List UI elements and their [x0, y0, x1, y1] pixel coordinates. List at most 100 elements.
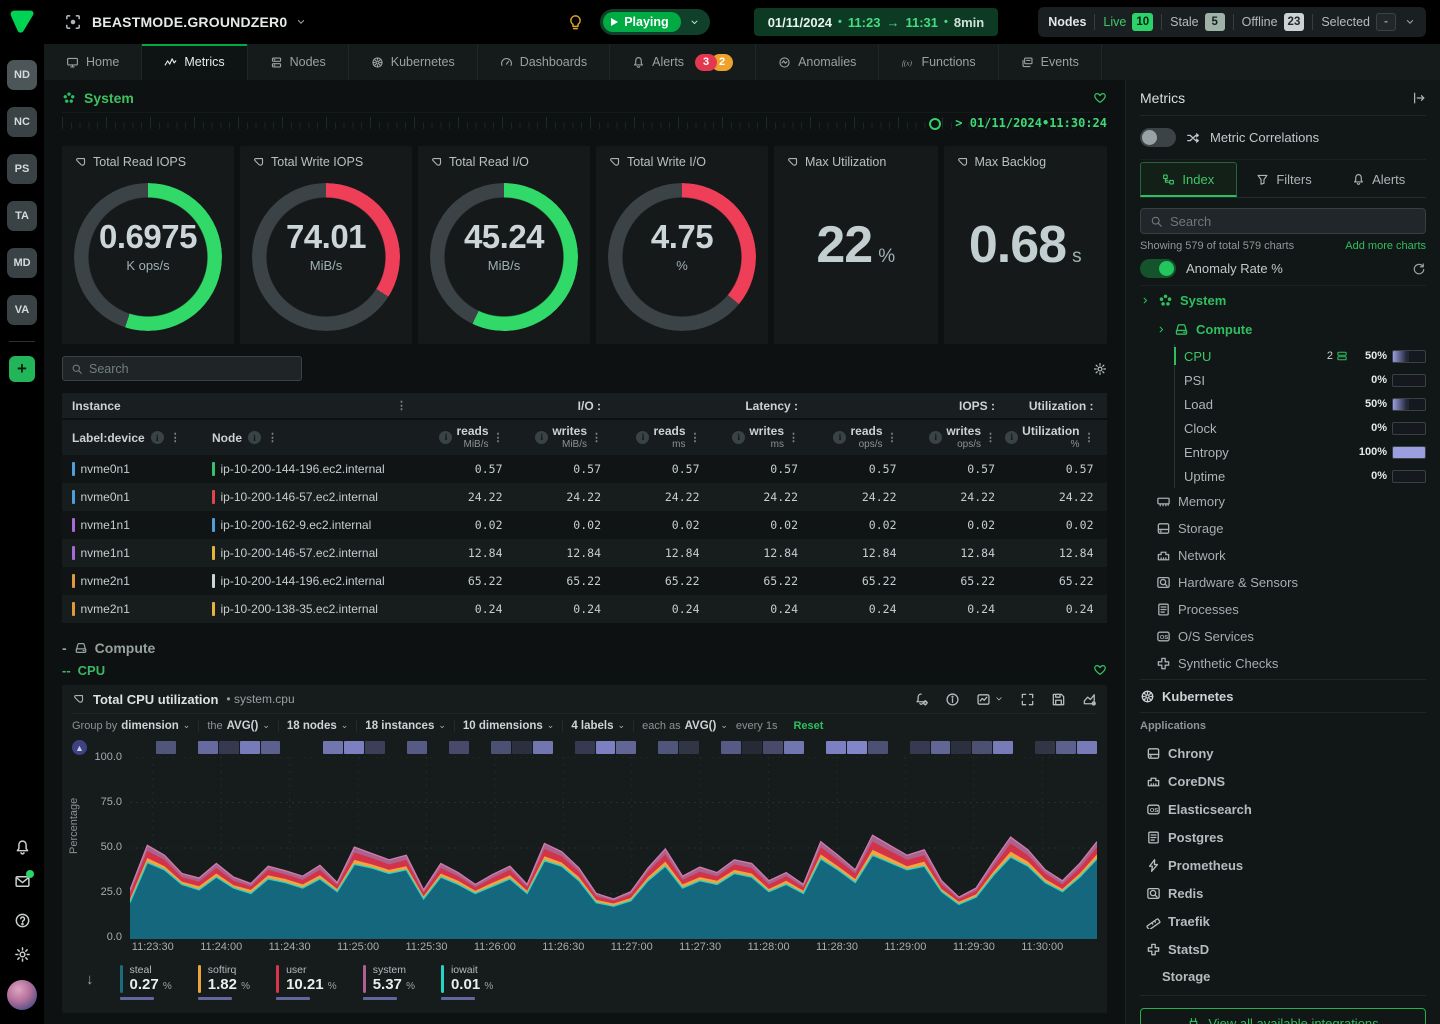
- instances-dropdown[interactable]: 18 instances⌄: [365, 720, 455, 732]
- workspace-avatar[interactable]: PS: [7, 154, 37, 184]
- info-icon[interactable]: i: [732, 431, 745, 444]
- column-menu-icon[interactable]: ⋮: [267, 431, 277, 444]
- anomaly-rate-toggle[interactable]: [1140, 259, 1176, 278]
- column-menu-icon[interactable]: ⋮: [170, 431, 180, 444]
- tree-leaf-uptime[interactable]: Uptime0%: [1184, 464, 1426, 488]
- table-row[interactable]: nvme1n1ip-10-200-162-9.ec2.internal0.020…: [62, 511, 1107, 539]
- fullscreen-icon[interactable]: [1020, 692, 1035, 707]
- tab-dashboards[interactable]: Dashboards: [478, 44, 610, 80]
- column-menu-icon[interactable]: ⋮: [985, 431, 995, 444]
- column-menu-icon[interactable]: ⋮: [493, 431, 503, 444]
- tab-alerts[interactable]: Alerts32: [610, 44, 756, 80]
- cpu-subsection-header[interactable]: -- CPU: [62, 659, 1107, 681]
- collapse-sidebar-icon[interactable]: [1412, 91, 1426, 105]
- gauge-card-max-backlog[interactable]: Max Backlog0.68s: [944, 146, 1108, 344]
- tree-item-compute[interactable]: Compute: [1156, 315, 1426, 344]
- tree-item-hardware-sensors[interactable]: Hardware & Sensors: [1140, 569, 1426, 596]
- group-utilization[interactable]: Utilization :: [1005, 399, 1104, 413]
- tab-metrics[interactable]: Metrics: [142, 44, 247, 80]
- app-item-coredns[interactable]: CoreDNS: [1140, 767, 1426, 795]
- chevron-down-icon[interactable]: [689, 17, 700, 28]
- app-item-traefik[interactable]: Traefik: [1140, 907, 1426, 935]
- col-label-device[interactable]: Label:devicei⋮: [62, 431, 202, 445]
- legend-item-user[interactable]: user10.21 %: [276, 965, 337, 994]
- sidebar-tab-index[interactable]: Index: [1140, 162, 1237, 197]
- gauge-card-total-read-iops[interactable]: Total Read IOPS0.6975K ops/s: [62, 146, 234, 344]
- tree-leaf-psi[interactable]: PSI0%: [1184, 368, 1426, 392]
- chart-type-picker[interactable]: [976, 692, 1004, 707]
- reset-button[interactable]: Reset: [793, 720, 823, 732]
- heart-icon[interactable]: [1093, 91, 1107, 105]
- tree-item-synthetic-checks[interactable]: Synthetic Checks: [1140, 650, 1426, 677]
- timeline-ruler[interactable]: > 01/11/2024•11:30:24: [62, 112, 1107, 136]
- info-icon[interactable]: i: [535, 431, 548, 444]
- reset-icon[interactable]: [1412, 262, 1426, 276]
- app-item-chrony[interactable]: Chrony: [1140, 739, 1426, 767]
- tree-leaf-cpu[interactable]: CPU250%: [1184, 344, 1426, 368]
- info-icon[interactable]: [945, 692, 960, 707]
- workspace-avatar[interactable]: VA: [7, 295, 37, 325]
- workspace-avatar[interactable]: TA: [7, 201, 37, 231]
- col-reads-opss[interactable]: ireadsops/s⋮: [808, 425, 907, 450]
- info-icon[interactable]: i: [248, 431, 261, 444]
- workspace-avatar[interactable]: ND: [7, 60, 37, 90]
- tree-item-memory[interactable]: Memory: [1140, 488, 1426, 515]
- legend-item-iowait[interactable]: iowait0.01 %: [441, 965, 493, 994]
- app-item-prometheus[interactable]: Prometheus: [1140, 851, 1426, 879]
- info-icon[interactable]: i: [1005, 431, 1018, 444]
- col-writes-ms[interactable]: iwritesms⋮: [710, 425, 809, 450]
- app-item-elasticsearch[interactable]: Elasticsearch: [1140, 795, 1426, 823]
- compute-section-header[interactable]: - Compute: [62, 637, 1107, 659]
- table-row[interactable]: nvme0n1ip-10-200-144-196.ec2.internal0.5…: [62, 455, 1107, 483]
- aggregate-dropdown[interactable]: theAVG()⌄: [207, 720, 279, 732]
- add-more-charts-link[interactable]: Add more charts: [1345, 240, 1426, 252]
- gauge-card-total-write-i-o[interactable]: Total Write I/O4.75%: [596, 146, 768, 344]
- tab-kubernetes[interactable]: Kubernetes: [349, 44, 478, 80]
- info-icon[interactable]: i: [151, 431, 164, 444]
- tab-anomalies[interactable]: Anomalies: [756, 44, 879, 80]
- app-item-postgres[interactable]: Postgres: [1140, 823, 1426, 851]
- tab-nodes[interactable]: Nodes: [248, 44, 349, 80]
- column-menu-icon[interactable]: ⋮: [788, 431, 798, 444]
- legend-sort-arrow-icon[interactable]: ↓: [86, 971, 94, 988]
- column-menu-icon[interactable]: ⋮: [887, 431, 897, 444]
- col-reads-MiBs[interactable]: ireadsMiB/s⋮: [414, 425, 513, 450]
- alert-settings-icon[interactable]: [914, 692, 929, 707]
- column-menu-icon[interactable]: ⋮: [690, 431, 700, 444]
- tree-item-network[interactable]: Network: [1140, 542, 1426, 569]
- workspace-avatar[interactable]: NC: [7, 107, 37, 137]
- gauge-card-total-write-iops[interactable]: Total Write IOPS74.01MiB/s: [240, 146, 412, 344]
- settings-gear-icon[interactable]: [14, 946, 31, 963]
- tree-item-o-s-services[interactable]: O/S Services: [1140, 623, 1426, 650]
- sidebar-tab-filters[interactable]: Filters: [1237, 162, 1332, 197]
- notifications-bell-icon[interactable]: [14, 839, 31, 856]
- info-icon[interactable]: i: [636, 431, 649, 444]
- tab-events[interactable]: Events: [999, 44, 1102, 80]
- legend-item-steal[interactable]: steal0.27 %: [120, 965, 172, 994]
- save-chart-icon[interactable]: [1051, 692, 1066, 707]
- group-by-dropdown[interactable]: Group bydimension⌄: [72, 720, 199, 732]
- info-icon[interactable]: i: [833, 431, 846, 444]
- col-node[interactable]: Nodei⋮: [202, 431, 414, 445]
- add-workspace-button[interactable]: +: [9, 356, 35, 382]
- table-row[interactable]: nvme1n1ip-10-200-146-57.ec2.internal12.8…: [62, 539, 1107, 567]
- col-writes-opss[interactable]: iwritesops/s⋮: [907, 425, 1006, 450]
- gauge-card-total-read-i-o[interactable]: Total Read I/O45.24MiB/s: [418, 146, 590, 344]
- column-menu-icon[interactable]: ⋮: [1084, 431, 1094, 444]
- labels-dropdown[interactable]: 4 labels⌄: [571, 720, 634, 732]
- tree-item-storage[interactable]: Storage: [1140, 515, 1426, 542]
- tree-leaf-entropy[interactable]: Entropy100%: [1184, 440, 1426, 464]
- tree-leaf-clock[interactable]: Clock0%: [1184, 416, 1426, 440]
- workspace-avatar[interactable]: MD: [7, 248, 37, 278]
- group-io[interactable]: I/O :: [414, 399, 611, 413]
- sidebar-tab-alerts[interactable]: Alerts: [1331, 162, 1426, 197]
- tab-home[interactable]: Home: [44, 44, 142, 80]
- col-reads-ms[interactable]: ireadsms⋮: [611, 425, 710, 450]
- group-latency[interactable]: Latency :: [611, 399, 808, 413]
- heart-icon[interactable]: [1093, 663, 1107, 677]
- info-icon[interactable]: i: [439, 431, 452, 444]
- view-integrations-button[interactable]: View all available integrations: [1140, 1008, 1426, 1024]
- sidebar-search-input[interactable]: Search: [1140, 208, 1426, 234]
- tab-functions[interactable]: Functions: [879, 44, 998, 80]
- table-settings-gear-icon[interactable]: [1093, 362, 1107, 376]
